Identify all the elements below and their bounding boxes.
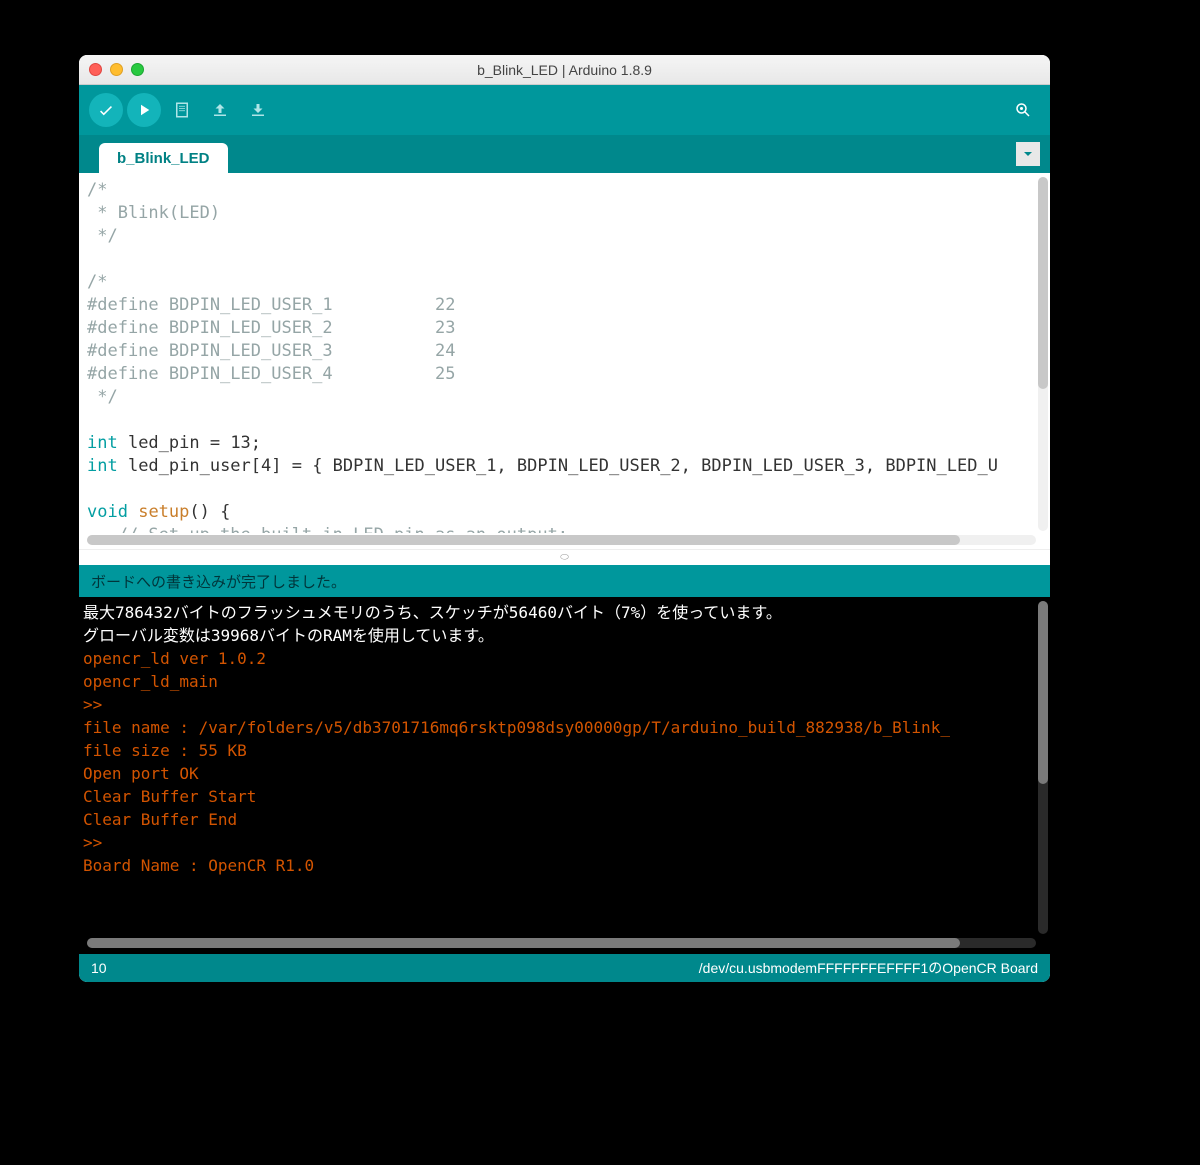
traffic-lights (89, 63, 144, 76)
splitter-handle[interactable]: ⬭ (79, 549, 1050, 565)
new-button[interactable] (165, 93, 199, 127)
footer-bar: 10 /dev/cu.usbmodemFFFFFFFEFFFF1のOpenCR … (79, 954, 1050, 982)
zoom-button[interactable] (131, 63, 144, 76)
tab-bar: b_Blink_LED (79, 135, 1050, 173)
console-horizontal-scrollbar[interactable] (87, 938, 1036, 948)
close-button[interactable] (89, 63, 102, 76)
serial-monitor-button[interactable] (1006, 93, 1040, 127)
editor-vertical-scrollbar[interactable] (1038, 177, 1048, 531)
minimize-button[interactable] (110, 63, 123, 76)
check-icon (97, 101, 115, 119)
upload-button[interactable] (127, 93, 161, 127)
toolbar (79, 85, 1050, 135)
save-button[interactable] (241, 93, 275, 127)
serial-monitor-icon (1014, 101, 1032, 119)
sketch-tab[interactable]: b_Blink_LED (99, 143, 228, 173)
scrollbar-thumb[interactable] (87, 938, 960, 948)
code-editor[interactable]: /* * Blink(LED) */ /* #define BDPIN_LED_… (79, 173, 1050, 549)
titlebar: b_Blink_LED | Arduino 1.8.9 (79, 55, 1050, 85)
scrollbar-thumb[interactable] (87, 535, 960, 545)
code-content[interactable]: /* * Blink(LED) */ /* #define BDPIN_LED_… (79, 173, 1050, 533)
line-number: 10 (91, 960, 107, 976)
arrow-right-icon (135, 101, 153, 119)
scrollbar-thumb[interactable] (1038, 601, 1048, 784)
output-console[interactable]: 最大786432バイトのフラッシュメモリのうち、スケッチが56460バイト（7%… (79, 597, 1050, 954)
arrow-up-icon (211, 101, 229, 119)
file-icon (173, 101, 191, 119)
console-content: 最大786432バイトのフラッシュメモリのうち、スケッチが56460バイト（7%… (79, 597, 1050, 930)
arrow-down-icon (249, 101, 267, 119)
console-vertical-scrollbar[interactable] (1038, 601, 1048, 934)
window-title: b_Blink_LED | Arduino 1.8.9 (79, 62, 1050, 78)
verify-button[interactable] (89, 93, 123, 127)
tab-menu-button[interactable] (1016, 142, 1040, 166)
board-port-label: /dev/cu.usbmodemFFFFFFFEFFFF1のOpenCR Boa… (699, 958, 1038, 978)
open-button[interactable] (203, 93, 237, 127)
editor-horizontal-scrollbar[interactable] (87, 535, 1036, 545)
scrollbar-thumb[interactable] (1038, 177, 1048, 389)
arduino-ide-window: b_Blink_LED | Arduino 1.8.9 b_Blink_LED (79, 55, 1050, 982)
chevron-down-icon (1022, 148, 1034, 160)
status-message: ボードへの書き込みが完了しました。 (79, 565, 1050, 597)
